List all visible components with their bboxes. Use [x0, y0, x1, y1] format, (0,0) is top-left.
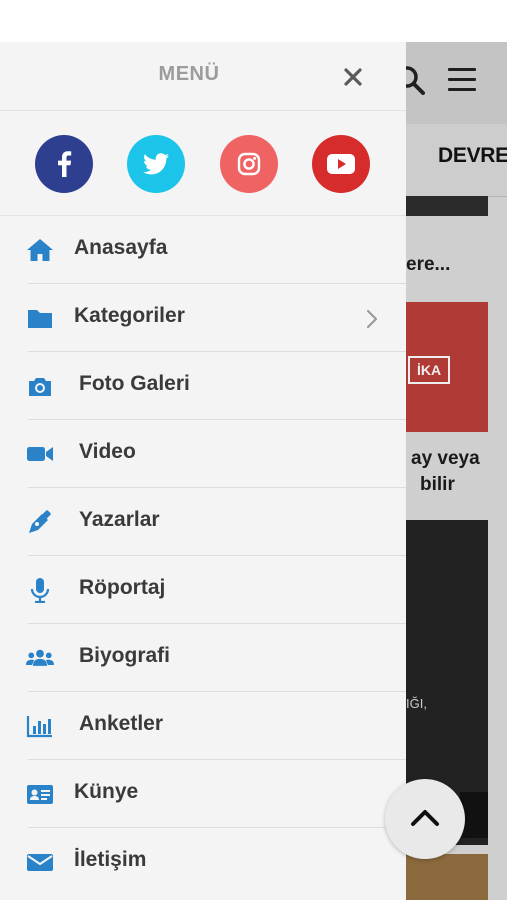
- folder-icon: [28, 310, 52, 328]
- menu-item-kategoriler[interactable]: Kategoriler: [0, 284, 406, 352]
- background-image: İKA: [406, 302, 488, 432]
- chevron-right-icon: [366, 309, 378, 329]
- background-nav-label: DEVRE: [438, 144, 507, 167]
- background-snippet-2: ay veya bilir: [406, 446, 480, 498]
- menu-item-label: Künye: [74, 780, 139, 803]
- twitter-icon: [143, 153, 169, 175]
- background-header: [406, 42, 507, 124]
- menu-item-label: Anketler: [79, 712, 164, 735]
- menu-item-label: Anasayfa: [74, 236, 168, 259]
- menu-item-roportaj[interactable]: Röportaj: [0, 556, 406, 624]
- menu-item-foto-galeri[interactable]: Foto Galeri: [0, 352, 406, 420]
- background-image-strip: [406, 196, 488, 216]
- menu-item-kunye[interactable]: Künye: [0, 760, 406, 828]
- facebook-button[interactable]: [35, 135, 93, 193]
- menu-item-label: Biyografi: [79, 644, 171, 667]
- menu-item-label: Foto Galeri: [79, 372, 190, 395]
- side-menu-drawer: MENÜ Anasayfa Kategoriler Foto Galeri Vi…: [0, 42, 406, 900]
- menu-item-anasayfa[interactable]: Anasayfa: [0, 216, 406, 284]
- instagram-button[interactable]: [220, 135, 278, 193]
- menu-item-yazarlar[interactable]: Yazarlar: [0, 488, 406, 556]
- microphone-icon: [30, 578, 50, 603]
- background-caption: IĞI,: [406, 696, 427, 711]
- camera-icon: [29, 378, 51, 396]
- instagram-icon: [237, 152, 261, 176]
- background-image-3: [406, 854, 488, 900]
- bar-chart-icon: [26, 716, 52, 738]
- drawer-header: MENÜ: [0, 42, 406, 111]
- menu-list: Anasayfa Kategoriler Foto Galeri Video Y…: [0, 216, 406, 896]
- background-image-tag: İKA: [408, 356, 450, 384]
- youtube-button[interactable]: [312, 135, 370, 193]
- menu-item-label: Yazarlar: [79, 508, 160, 531]
- background-nav: DEVRE: [406, 124, 507, 197]
- facebook-icon: [58, 151, 72, 177]
- close-icon[interactable]: [341, 65, 365, 89]
- social-links: [0, 111, 406, 216]
- status-bar: [0, 0, 507, 42]
- menu-item-label: İletişim: [74, 848, 147, 871]
- scroll-to-top-button[interactable]: [385, 779, 465, 859]
- menu-item-anketler[interactable]: Anketler: [0, 692, 406, 760]
- background-snippet-line: ay veya: [411, 448, 480, 469]
- menu-title: MENÜ: [158, 63, 220, 85]
- background-page: DEVRE ere... İKA ay veya bilir IĞI,: [406, 42, 507, 900]
- video-camera-icon: [27, 447, 53, 461]
- twitter-button[interactable]: [127, 135, 185, 193]
- users-icon: [26, 649, 54, 666]
- menu-item-label: Video: [79, 440, 136, 463]
- menu-item-label: Kategoriler: [74, 304, 185, 327]
- hamburger-icon: [448, 68, 476, 92]
- search-icon: [406, 66, 425, 95]
- id-card-icon: [27, 785, 53, 804]
- background-snippet: ere...: [406, 254, 451, 275]
- menu-item-video[interactable]: Video: [0, 420, 406, 488]
- envelope-icon: [27, 854, 53, 871]
- home-icon: [27, 239, 53, 261]
- youtube-icon: [327, 154, 355, 174]
- pen-icon: [29, 510, 51, 533]
- menu-item-label: Röportaj: [79, 576, 166, 599]
- menu-item-biyografi[interactable]: Biyografi: [0, 624, 406, 692]
- background-snippet-line: bilir: [420, 474, 455, 495]
- menu-item-iletisim[interactable]: İletişim: [0, 828, 406, 896]
- chevron-up-icon: [411, 810, 439, 826]
